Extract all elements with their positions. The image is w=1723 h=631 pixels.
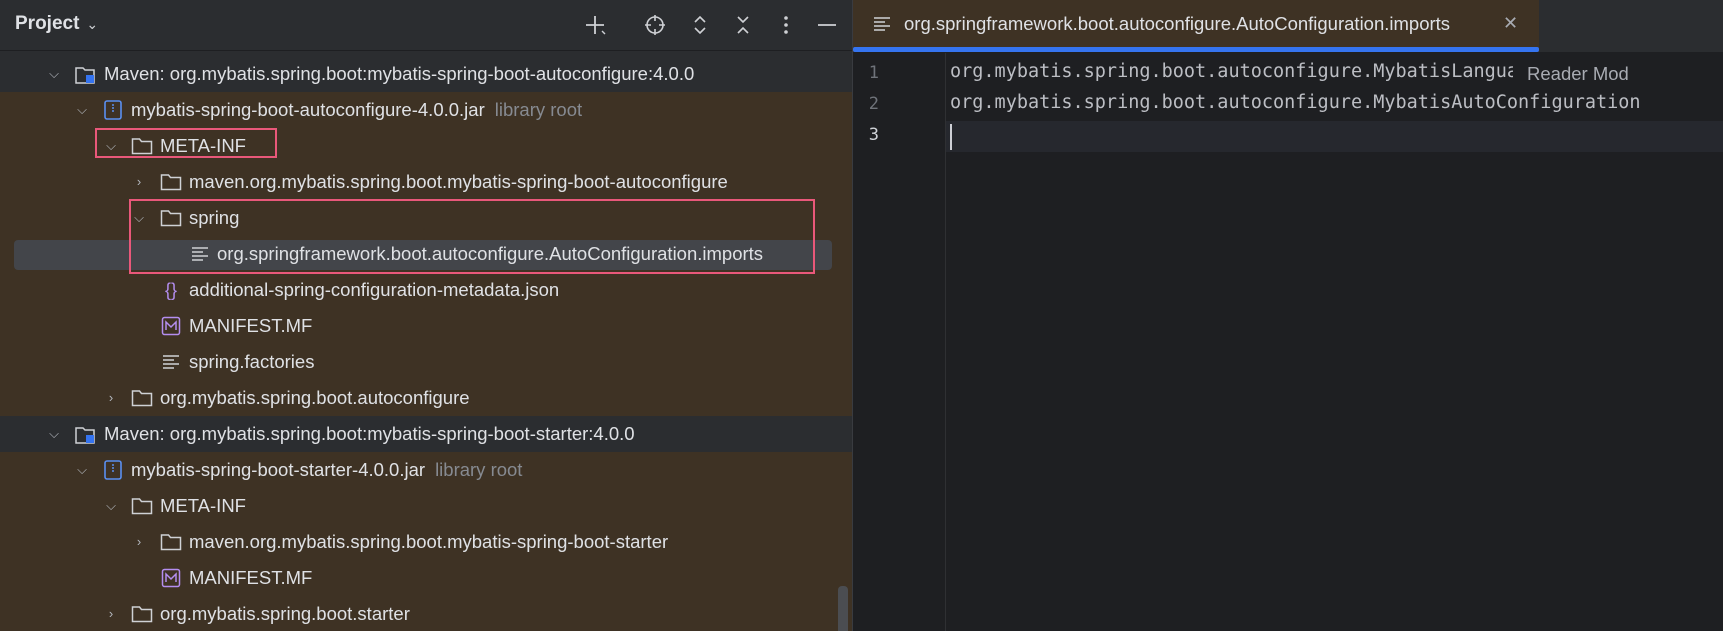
- tree-item-manifest[interactable]: MANIFEST.MF: [0, 560, 852, 596]
- tree-item-label: additional-spring-configuration-metadata…: [189, 279, 560, 300]
- line-number: 1: [868, 63, 879, 83]
- reader-mode-button[interactable]: Reader Mod: [1513, 55, 1723, 93]
- tree-item-maven-folder[interactable]: › maven.org.mybatis.spring.boot.mybatis-…: [0, 524, 852, 560]
- maven-library-icon: [74, 423, 96, 445]
- tree-item-label: mybatis-spring-boot-starter-4.0.0.jar: [131, 459, 426, 480]
- chevron-right-icon[interactable]: ›: [102, 596, 120, 631]
- project-view-selector[interactable]: Project ⌄: [15, 13, 98, 35]
- tree-item-metadata-json[interactable]: {} additional-spring-configuration-metad…: [0, 272, 852, 308]
- json-file-icon: {}: [164, 280, 178, 300]
- project-title: Project: [15, 13, 80, 34]
- project-header: Project ⌄: [0, 0, 852, 51]
- tree-item-label: MANIFEST.MF: [189, 567, 313, 588]
- tab-label: org.springframework.boot.autoconfigure.A…: [904, 13, 1451, 34]
- more-options-icon[interactable]: [771, 10, 801, 40]
- tree-item-label: MANIFEST.MF: [189, 315, 313, 336]
- tree-item-maven-autoconfigure[interactable]: ⌵ Maven: org.mybatis.spring.boot:mybatis…: [0, 56, 852, 92]
- line-number: 2: [868, 94, 879, 114]
- tree-item-label: org.mybatis.spring.boot.autoconfigure: [160, 387, 470, 408]
- hide-icon[interactable]: [812, 10, 842, 40]
- tree-item-label: org.mybatis.spring.boot.starter: [160, 603, 410, 624]
- editor: org.springframework.boot.autoconfigure.A…: [852, 0, 1723, 631]
- jar-archive-icon: [102, 459, 124, 481]
- code-line: org.mybatis.spring.boot.autoconfigure.My…: [950, 61, 1541, 82]
- chevron-down-icon[interactable]: ⌵: [45, 416, 63, 452]
- tree-item-manifest[interactable]: MANIFEST.MF: [0, 308, 852, 344]
- tree-item-label: spring.factories: [189, 351, 315, 372]
- tree-item-label: maven.org.mybatis.spring.boot.mybatis-sp…: [189, 171, 728, 192]
- tree-item-label: mybatis-spring-boot-autoconfigure-4.0.0.…: [131, 99, 485, 120]
- maven-library-icon: [74, 63, 96, 85]
- editor-tab-bar: org.springframework.boot.autoconfigure.A…: [853, 0, 1723, 53]
- tree-item-autoconfigure-jar[interactable]: ⌵ mybatis-spring-boot-autoconfigure-4.0.…: [0, 92, 852, 128]
- tree-item-label: Maven: org.mybatis.spring.boot:mybatis-s…: [104, 63, 695, 84]
- text-file-icon: [160, 351, 182, 373]
- chevron-down-icon[interactable]: ⌵: [73, 92, 91, 128]
- chevron-down-icon[interactable]: ⌵: [102, 488, 120, 524]
- chevron-right-icon[interactable]: ›: [130, 164, 148, 200]
- code-line: org.mybatis.spring.boot.autoconfigure.My…: [950, 92, 1641, 113]
- project-tool-window: Project ⌄ ⌵ Maven: org.mybatis.spring.boo…: [0, 0, 852, 631]
- tree-item-maven-folder[interactable]: › maven.org.mybatis.spring.boot.mybatis-…: [0, 164, 852, 200]
- expand-all-icon[interactable]: [685, 10, 715, 40]
- library-root-hint: library root: [435, 459, 523, 480]
- manifest-file-icon: [160, 315, 182, 337]
- editor-tab-imports[interactable]: org.springframework.boot.autoconfigure.A…: [853, 0, 1539, 52]
- tree-scrollbar[interactable]: [838, 586, 848, 631]
- chevron-right-icon[interactable]: ›: [102, 380, 120, 416]
- tree-item-label: META-INF: [160, 495, 246, 516]
- spring-imports-highlight-box: [129, 199, 815, 274]
- line-number: 3: [868, 125, 879, 145]
- folder-icon: [160, 171, 182, 193]
- manifest-file-icon: [160, 567, 182, 589]
- folder-icon: [131, 495, 153, 517]
- tree-item-starter-package[interactable]: › org.mybatis.spring.boot.starter: [0, 596, 852, 631]
- tree-item-starter-jar[interactable]: ⌵ mybatis-spring-boot-starter-4.0.0.jar l…: [0, 452, 852, 488]
- folder-icon: [131, 387, 153, 409]
- tree-item-meta-inf[interactable]: ⌵ META-INF: [0, 488, 852, 524]
- tree-item-autoconfigure-package[interactable]: › org.mybatis.spring.boot.autoconfigure: [0, 380, 852, 416]
- chevron-down-icon: ⌄: [86, 16, 99, 32]
- chevron-right-icon[interactable]: ›: [130, 524, 148, 560]
- folder-icon: [160, 531, 182, 553]
- collapse-all-icon[interactable]: [728, 10, 758, 40]
- active-tab-indicator: [853, 47, 1539, 52]
- locate-icon[interactable]: [640, 10, 670, 40]
- text-file-icon: [873, 13, 895, 35]
- tree-item-maven-starter[interactable]: ⌵ Maven: org.mybatis.spring.boot:mybatis…: [0, 416, 852, 452]
- new-file-icon[interactable]: [580, 10, 610, 40]
- meta-inf-highlight-box: [95, 128, 277, 158]
- close-icon[interactable]: ✕: [1503, 13, 1518, 34]
- tree-item-label: Maven: org.mybatis.spring.boot:mybatis-s…: [104, 423, 635, 444]
- chevron-down-icon[interactable]: ⌵: [73, 452, 91, 488]
- chevron-down-icon[interactable]: ⌵: [45, 56, 63, 92]
- jar-archive-icon: [102, 99, 124, 121]
- current-line-highlight: [853, 121, 1723, 152]
- tree-item-label: maven.org.mybatis.spring.boot.mybatis-sp…: [189, 531, 669, 552]
- line-number-gutter: 1 2 3: [853, 53, 946, 631]
- library-root-hint: library root: [494, 99, 583, 120]
- text-caret: [950, 124, 952, 150]
- folder-icon: [131, 603, 153, 625]
- tree-item-spring-factories[interactable]: spring.factories: [0, 344, 852, 380]
